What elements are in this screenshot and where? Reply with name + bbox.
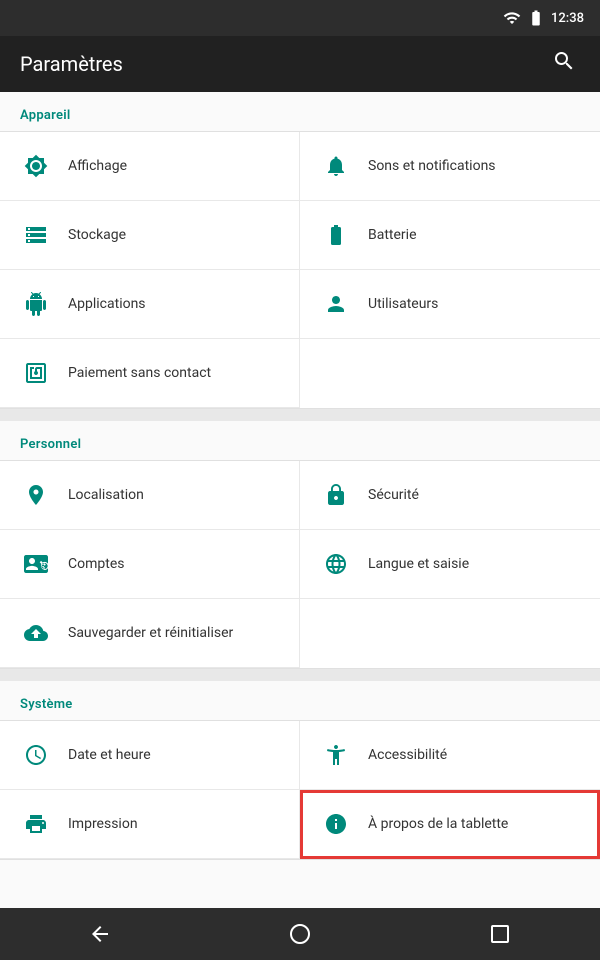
settings-item-sons[interactable]: Sons et notifications [300,132,600,201]
localisation-label: Localisation [68,487,144,503]
back-icon [88,922,112,946]
bottom-nav [0,908,600,960]
info-icon [320,808,352,840]
langue-label: Langue et saisie [368,556,469,572]
settings-item-stockage[interactable]: Stockage [0,201,300,270]
section-body-personnel: Localisation Sécurité [0,460,600,669]
comptes-label: Comptes [68,556,124,572]
android-svg [24,292,48,316]
accessibilite-label: Accessibilité [368,747,447,763]
impression-label: Impression [68,816,138,832]
recent-icon [488,922,512,946]
clock-svg [24,743,48,767]
display-svg [24,154,48,178]
lock-svg [324,483,348,507]
display-icon [20,150,52,182]
status-bar: 12:38 [0,0,600,36]
section-appareil: Appareil Affichage [0,92,600,409]
person-icon [320,288,352,320]
globe-icon [320,548,352,580]
print-svg [24,812,48,836]
sons-label: Sons et notifications [368,158,496,174]
storage-icon [20,219,52,251]
bell-icon [320,150,352,182]
a-propos-label: À propos de la tablette [368,816,508,832]
battery-svg [324,223,348,247]
settings-item-batterie[interactable]: Batterie [300,201,600,270]
location-svg [24,483,48,507]
home-button[interactable] [268,914,332,954]
section-body-systeme: Date et heure Accessibilité [0,720,600,860]
systeme-grid: Date et heure Accessibilité [0,721,600,859]
settings-item-date[interactable]: Date et heure [0,721,300,790]
clock-icon [20,739,52,771]
backup-svg [24,621,48,645]
settings-item-securite[interactable]: Sécurité [300,461,600,530]
settings-item-paiement[interactable]: Paiement sans contact [0,339,300,408]
battery-status-icon [527,9,545,27]
print-icon [20,808,52,840]
personnel-grid: Localisation Sécurité [0,461,600,668]
affichage-label: Affichage [68,158,127,174]
section-personnel: Personnel Localisation [0,421,600,669]
settings-item-applications[interactable]: Applications [0,270,300,339]
settings-item-impression[interactable]: Impression [0,790,300,859]
page-title: Paramètres [20,52,123,76]
search-icon [552,49,576,73]
battery-icon [320,219,352,251]
top-bar: Paramètres [0,36,600,92]
location-icon [20,479,52,511]
contacts-icon [20,548,52,580]
divider-1 [0,409,600,421]
settings-item-comptes[interactable]: Comptes [0,530,300,599]
paiement-label: Paiement sans contact [68,365,211,381]
status-icons: 12:38 [503,9,584,27]
section-systeme: Système Date et heure [0,681,600,860]
home-icon [288,922,312,946]
applications-label: Applications [68,296,146,312]
settings-item-a-propos[interactable]: À propos de la tablette [300,790,600,859]
settings-item-accessibilite[interactable]: Accessibilité [300,721,600,790]
nfc-svg [24,361,48,385]
stockage-label: Stockage [68,227,126,243]
appareil-grid: Affichage Sons et notifications [0,132,600,408]
storage-svg [24,223,48,247]
settings-item-utilisateurs[interactable]: Utilisateurs [300,270,600,339]
date-label: Date et heure [68,747,151,763]
accessibility-icon [320,739,352,771]
section-body-appareil: Affichage Sons et notifications [0,131,600,409]
recent-button[interactable] [468,914,532,954]
section-header-systeme: Système [0,681,600,720]
bell-svg [324,154,348,178]
settings-item-sauvegarder[interactable]: Sauvegarder et réinitialiser [0,599,300,668]
section-header-appareil: Appareil [0,92,600,131]
section-header-personnel: Personnel [0,421,600,460]
settings-item-affichage[interactable]: Affichage [0,132,300,201]
backup-icon [20,617,52,649]
person-svg [324,292,348,316]
settings-content: Appareil Affichage [0,92,600,908]
contacts-svg [24,552,48,576]
android-icon [20,288,52,320]
sauvegarder-label: Sauvegarder et réinitialiser [68,625,233,641]
settings-item-langue[interactable]: Langue et saisie [300,530,600,599]
nfc-icon [20,357,52,389]
accessibility-svg [324,743,348,767]
securite-label: Sécurité [368,487,419,503]
globe-svg [324,552,348,576]
back-button[interactable] [68,914,132,954]
search-button[interactable] [548,45,580,83]
status-time: 12:38 [551,11,584,26]
wifi-icon [503,9,521,27]
utilisateurs-label: Utilisateurs [368,296,438,312]
divider-2 [0,669,600,681]
batterie-label: Batterie [368,227,417,243]
info-svg [324,812,348,836]
lock-icon [320,479,352,511]
settings-item-localisation[interactable]: Localisation [0,461,300,530]
